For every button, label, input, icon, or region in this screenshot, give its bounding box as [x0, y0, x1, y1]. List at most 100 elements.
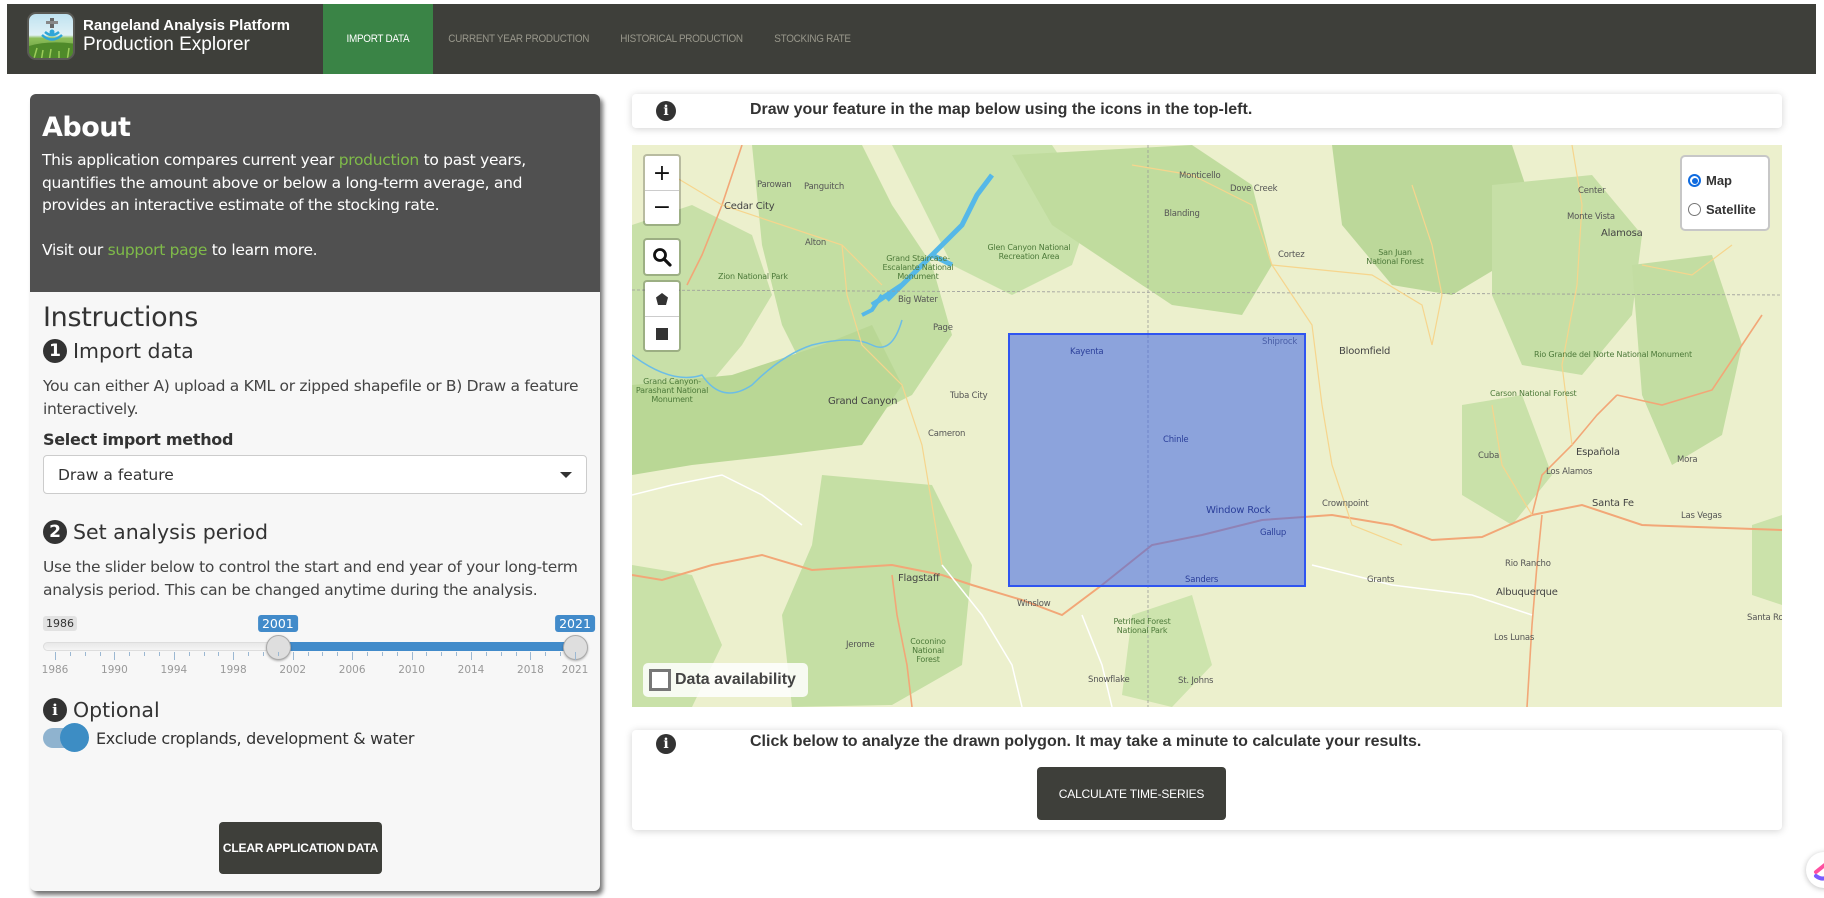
- layer-option-map[interactable]: Map: [1688, 166, 1762, 195]
- brand[interactable]: Rangeland Analysis Platform Production E…: [27, 12, 290, 60]
- map[interactable]: Parowan Panguitch Cedar City Alton Zion …: [632, 145, 1782, 707]
- draw-rectangle-button[interactable]: [645, 316, 679, 350]
- slider-tick: [530, 652, 532, 660]
- slider-tick: [381, 652, 383, 656]
- step1-text: You can either A) upload a KML or zipped…: [43, 377, 579, 418]
- slider-tick: [84, 652, 86, 656]
- slider-end-label: 2021: [555, 615, 595, 632]
- tab-label: IMPORT DATA: [346, 33, 410, 45]
- optional-title: Optional: [73, 698, 160, 722]
- tab-import-data[interactable]: IMPORT DATA: [323, 4, 433, 74]
- floating-widget-button[interactable]: [1806, 852, 1824, 888]
- support-text: Visit our support page to learn more.: [42, 239, 588, 262]
- slider-tick: [485, 652, 487, 656]
- production-link[interactable]: production: [339, 151, 420, 169]
- satellite-radio-label: Satellite: [1706, 202, 1756, 217]
- slider-tick: [277, 652, 279, 656]
- slider-tick: [263, 652, 264, 656]
- clear-application-data-button[interactable]: CLEAR APPLICATION DATA: [219, 822, 382, 874]
- map-label-parashant: Grand Canyon-Parashant National Monument: [635, 377, 709, 404]
- slider-tick: [55, 652, 56, 660]
- slider-tick-label: 1994: [160, 664, 188, 676]
- search-button[interactable]: [645, 240, 679, 274]
- slider-tick: [441, 652, 443, 656]
- tab-current-year-production[interactable]: CURRENT YEAR PRODUCTION: [433, 4, 604, 74]
- info-icon: i: [656, 101, 676, 121]
- navbar: Rangeland Analysis Platform Production E…: [7, 4, 1816, 74]
- slider-tick-label: 2002: [279, 664, 307, 676]
- exclude-croplands-toggle[interactable]: [43, 723, 89, 752]
- slider-tick-label: 2010: [398, 664, 425, 676]
- tab-stocking-rate[interactable]: STOCKING RATE: [759, 4, 866, 74]
- tab-historical-production[interactable]: HISTORICAL PRODUCTION: [605, 4, 758, 74]
- widget-logo-icon: [1814, 863, 1824, 881]
- map-label-zion: Zion National Park: [718, 272, 788, 281]
- slider-tick: [352, 652, 354, 660]
- info-icon: i: [656, 734, 676, 754]
- map-label-los-lunas: Los Lunas: [1494, 633, 1535, 643]
- slider-tick: [575, 652, 576, 660]
- map-label-las-vegas: Las Vegas: [1681, 511, 1722, 521]
- exclude-toggle-label: Exclude croplands, development & water: [96, 728, 415, 748]
- slider-tick: [218, 652, 220, 656]
- exclude-toggle-row: Exclude croplands, development & water: [43, 723, 587, 752]
- visit-prefix: Visit our: [42, 240, 108, 259]
- support-page-link[interactable]: support page: [108, 241, 208, 259]
- analyze-message: Click below to analyze the drawn polygon…: [750, 733, 1422, 750]
- map-label-sanders: Sanders: [1185, 575, 1219, 585]
- map-instructions-bar: i Draw your feature in the map below usi…: [632, 94, 1782, 128]
- map-label-chinle: Chinle: [1163, 435, 1189, 445]
- map-label-winslow: Winslow: [1017, 599, 1051, 609]
- slider-tick-label: 2014: [457, 664, 485, 676]
- slider-tick: [471, 652, 472, 660]
- optional-heading: i Optional: [43, 698, 587, 722]
- map-radio-label: Map: [1706, 173, 1732, 188]
- slider-tick: [188, 652, 190, 656]
- satellite-radio[interactable]: [1688, 203, 1701, 216]
- data-availability-label: Data availability: [675, 671, 796, 688]
- chevron-down-icon: [560, 471, 572, 478]
- map-label-rio-rancho: Rio Rancho: [1505, 559, 1551, 569]
- step1-title: Import data: [73, 339, 194, 363]
- zoom-in-button[interactable]: +: [645, 156, 679, 190]
- map-radio[interactable]: [1688, 174, 1701, 187]
- drawn-polygon[interactable]: Kayenta Chinle Window Rock Gallup Sander…: [1008, 333, 1306, 587]
- map-label-alamosa: Alamosa: [1601, 228, 1643, 239]
- calculate-time-series-button[interactable]: CALCULATE TIME-SERIES: [1037, 767, 1226, 820]
- search-control: [643, 238, 681, 276]
- import-method-select[interactable]: Draw a feature: [43, 455, 587, 494]
- toggle-knob: [60, 723, 89, 752]
- slider-tick: [233, 652, 235, 660]
- basemap-layer-switcher: Map Satellite: [1680, 155, 1770, 231]
- data-availability-toggle[interactable]: Data availability: [643, 663, 808, 697]
- slider-tick: [515, 652, 517, 656]
- brand-title: Rangeland Analysis Platform: [83, 16, 290, 34]
- visit-suffix: to learn more.: [207, 240, 318, 259]
- analysis-period-slider[interactable]: 1986 2001 2021 1986 1990 1994 1998 2002 2006 2…: [42, 615, 595, 676]
- about-section: About This application compares current …: [30, 94, 600, 292]
- zoom-out-button[interactable]: −: [645, 190, 679, 224]
- step-number-1-icon: 1: [43, 339, 67, 363]
- map-label-rio-grande-del-norte: Rio Grande del Norte National Monument: [1534, 350, 1692, 360]
- step2-heading: 2 Set analysis period: [43, 520, 587, 544]
- map-label-carson-nf: Carson National Forest: [1490, 389, 1577, 398]
- map-label-grand-staircase: Grand Staircase-Escalante National Monum…: [882, 254, 954, 281]
- zoom-controls: + −: [643, 154, 681, 226]
- map-label-glen-canyon: Glen Canyon National Recreation Area: [987, 243, 1071, 261]
- layer-option-satellite[interactable]: Satellite: [1688, 195, 1762, 224]
- about-title: About: [42, 112, 131, 143]
- map-label-espanola: Española: [1576, 447, 1620, 458]
- slider-min-label: 1986: [43, 616, 77, 631]
- map-label-alton: Alton: [805, 238, 827, 248]
- slider-start-handle[interactable]: [265, 635, 291, 660]
- draw-polygon-button[interactable]: [645, 282, 679, 316]
- slider-tick: [173, 652, 175, 660]
- map-label-mora: Mora: [1677, 455, 1698, 465]
- map-label-petrified-forest: Petrified Forest National Park: [1113, 617, 1171, 635]
- map-label-grand-canyon: Grand Canyon: [828, 396, 898, 407]
- map-label-san-juan-nf: San Juan National Forest: [1366, 248, 1424, 266]
- instructions-title: Instructions: [43, 302, 198, 333]
- map-label-monte-vista: Monte Vista: [1567, 212, 1615, 222]
- data-availability-checkbox[interactable]: [649, 669, 671, 691]
- slider-start-label: 2001: [257, 615, 298, 632]
